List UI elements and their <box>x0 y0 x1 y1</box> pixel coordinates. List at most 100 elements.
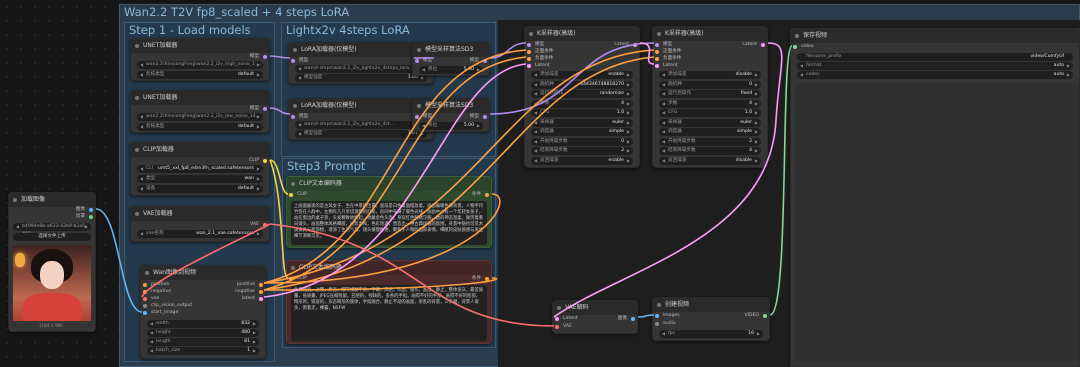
ksampler1-widget[interactable]: ◀ 随机种 444346748818270 ▶ <box>531 80 633 89</box>
ksampler1-widget[interactable]: ◀ CFG 1.0 ▶ <box>531 109 633 117</box>
positive-prompt-textarea[interactable]: 上画面展现的是古风女子、坐在中景的位置。面前是白色桌面摆放着。画面偏暖色调背景。… <box>291 201 487 245</box>
ksampler2-widget[interactable]: ◀ CFG 1.0 ▶ <box>659 109 761 117</box>
length-stepper[interactable]: ◀ length 81 ▶ <box>147 338 259 346</box>
clip-loader[interactable]: CLIP加载器 CLIP ◀ CLI umt5_xxl_fp8_e4m3fn_sca… <box>130 142 270 196</box>
ksampler2-widget[interactable]: ◀ 结束降噪步数 4 ▶ <box>659 147 761 155</box>
output-video-pin[interactable] <box>763 314 767 318</box>
shift-stepper[interactable]: ◀ 移位 5.00 ▶ <box>419 122 483 130</box>
input-latent-pin[interactable] <box>655 64 659 68</box>
input-model-pin[interactable] <box>415 59 419 63</box>
input-model-pin[interactable] <box>415 115 419 119</box>
output-model-pin[interactable] <box>483 115 487 119</box>
unet-loader-2[interactable]: UNET加载器 模型 ◀ wan2.2\XinxiangFeng\wan2.2_i… <box>130 90 270 133</box>
lora-name-combo[interactable]: ◀ wan\4-steps\wan2.2_i2v_lightx2v_4steps_… <box>295 65 427 73</box>
output-vae-pin[interactable] <box>263 223 267 227</box>
ksampler1-widget[interactable]: ◀ 采样器 euler ▶ <box>531 118 633 127</box>
ksampler1-widget[interactable]: ◀ 运行后操作 randomize ▶ <box>531 90 633 98</box>
filename-prefix-field[interactable]: filename_prefix video/ComfyUI <box>797 53 1073 61</box>
input-clip-pin[interactable] <box>289 277 293 281</box>
ksampler1-widget[interactable]: ◀ 开始降噪步数 0 ▶ <box>531 137 633 146</box>
unet-loader-1[interactable]: UNET加载器 模型 ◀ wan2.2\XinxiangFeng\wan2.2_i… <box>130 38 270 81</box>
input-vae-pin[interactable] <box>555 325 559 329</box>
input-model-pin[interactable] <box>291 115 295 119</box>
input-images-pin[interactable] <box>655 314 659 318</box>
vae-decode-node[interactable]: VAE解码 Latent VAE 图像 <box>552 300 638 334</box>
input-negative-pin[interactable] <box>143 290 147 294</box>
ksampler2-widget[interactable]: ◀ 返回噪波 disable ▶ <box>659 156 761 165</box>
input-latent-pin[interactable] <box>555 317 559 321</box>
load-image-node[interactable]: 加载图像 图像 遮罩 ◀b4994e8b-a633-42b9-b2a5-468▶… <box>8 192 96 332</box>
input-clip-pin[interactable] <box>289 193 293 197</box>
input-positive-pin[interactable] <box>143 283 147 287</box>
create-video-node[interactable]: 创建视频 images audio VIDEO ◀ fps 16 ▶ <box>652 297 770 341</box>
ksampler2-widget[interactable]: ◀ 采样器 euler ▶ <box>659 118 761 127</box>
output-negative-pin[interactable] <box>259 290 263 294</box>
input-model-pin[interactable] <box>291 59 295 63</box>
input-audio-pin[interactable] <box>655 322 659 326</box>
clip-text-encode-positive[interactable]: CLIP文本编码器 CLIP 条件 上画面展现的是古风女子、坐在中景的位置。面前… <box>286 176 492 248</box>
input-positive-pin[interactable] <box>655 50 659 54</box>
ksampler-advanced-1[interactable]: K采样器(高级) 模型 正面条件 负面条件 Latent Latent ◀ 添加噪… <box>524 26 640 168</box>
output-model-pin[interactable] <box>263 107 267 111</box>
input-video-pin[interactable] <box>793 45 797 49</box>
output-latent-pin[interactable] <box>761 43 765 47</box>
clip-text-encode-negative[interactable]: CLIP文本编码器 CLIP 条件 色调艳丽，过曝，静态，细节模糊不清，字幕，风… <box>286 260 492 344</box>
type-combo[interactable]: ◀ 类型 wan ▶ <box>137 175 263 183</box>
fps-stepper[interactable]: ◀ fps 16 ▶ <box>659 330 763 338</box>
batch-size-stepper[interactable]: ◀ batch_size 1 ▶ <box>147 347 259 355</box>
input-positive-pin[interactable] <box>527 50 531 54</box>
output-model-pin[interactable] <box>263 55 267 59</box>
output-conditioning-pin[interactable] <box>485 193 489 197</box>
ksampler1-widget[interactable]: ◀ 调度器 simple ▶ <box>531 128 633 136</box>
ksampler2-widget[interactable]: ◀ 调度器 simple ▶ <box>659 128 761 136</box>
output-clip-pin[interactable] <box>263 159 267 163</box>
input-model-pin[interactable] <box>527 43 531 47</box>
output-mask-pin[interactable] <box>89 215 93 219</box>
image-file-combo[interactable]: ◀b4994e8b-a633-42b9-b2a5-468▶ <box>13 223 91 237</box>
format-combo[interactable]: ◀ format auto ▶ <box>797 62 1073 70</box>
input-negative-pin[interactable] <box>655 57 659 61</box>
shift-stepper[interactable]: ◀ 移位 5.00 ▶ <box>419 66 483 74</box>
input-negative-pin[interactable] <box>527 57 531 61</box>
model-name-combo[interactable]: ◀ wan2.2\XinxiangFeng\wan2.2_i2v_high_noi… <box>137 61 263 69</box>
ksampler1-widget[interactable]: ◀ 添加噪波 enable ▶ <box>531 71 633 79</box>
ksampler2-widget[interactable]: ◀ 运行后操作 fixed ▶ <box>659 90 761 98</box>
model-sampling-sd3-2[interactable]: 模型采样算法SD3 模型 模型 ◀ 移位 5.00 ▶ <box>412 98 490 132</box>
negative-prompt-textarea[interactable]: 色调艳丽，过曝，静态，细节模糊不清，字幕，风格，作品，画作，画面，静止，整体发灰… <box>291 285 487 341</box>
input-model-pin[interactable] <box>655 43 659 47</box>
height-stepper[interactable]: ◀ height 480 ▶ <box>147 329 259 337</box>
output-positive-pin[interactable] <box>259 283 263 287</box>
ksampler1-widget[interactable]: ◀ 结束降噪步数 2 ▶ <box>531 147 633 155</box>
input-vae-pin[interactable] <box>143 297 147 301</box>
model-name-combo[interactable]: ◀ wan2.2\XinxiangFeng\wan2.2_i2v_low_nois… <box>137 113 263 121</box>
input-start-image-pin[interactable] <box>143 311 147 315</box>
width-stepper[interactable]: ◀ width 832 ▶ <box>147 320 259 328</box>
save-video-node[interactable]: 保存视频 video filename_prefix video/ComfyUI … <box>790 28 1080 367</box>
dtype-combo[interactable]: ◀ 剪枝类型 default ▶ <box>137 71 263 79</box>
output-model-pin[interactable] <box>483 59 487 63</box>
device-combo[interactable]: ◀ 设备 default ▶ <box>137 185 263 193</box>
vae-name-combo[interactable]: ◀ vae名称 wan_2.1_vae.safetensors ▶ <box>137 230 263 238</box>
ksampler2-widget[interactable]: ◀ 添加噪波 disable ▶ <box>659 71 761 79</box>
dtype-combo[interactable]: ◀ 剪枝类型 default ▶ <box>137 123 263 131</box>
output-latent-pin[interactable] <box>633 43 637 47</box>
ksampler1-widget[interactable]: ◀ 返回噪波 enable ▶ <box>531 156 633 165</box>
ksampler2-widget[interactable]: ◀ 随机种 0 ▶ <box>659 80 761 89</box>
output-image-pin[interactable] <box>89 208 93 212</box>
ksampler2-widget[interactable]: ◀ 开始降噪步数 2 ▶ <box>659 137 761 146</box>
lora-name-combo[interactable]: ◀wan\4-steps\wan2.2_i2v_lightx2v_4st...▶ <box>295 121 427 129</box>
vae-loader[interactable]: VAE加载器 VAE ◀ vae名称 wan_2.1_vae.safetensors… <box>130 206 270 242</box>
output-image-pin[interactable] <box>631 317 635 321</box>
input-clip-vision-pin[interactable] <box>143 304 147 308</box>
output-latent-pin[interactable] <box>259 297 263 301</box>
model-sampling-sd3-1[interactable]: 模型采样算法SD3 模型 模型 ◀ 移位 5.00 ▶ <box>412 42 490 76</box>
output-conditioning-pin[interactable] <box>485 277 489 281</box>
upload-button[interactable]: 选择文件上传 <box>13 233 91 241</box>
wan-image-to-video[interactable]: Wan图像到视频 positive negative vae clip_visi… <box>140 265 266 359</box>
codec-combo[interactable]: ◀ codec auto ▶ <box>797 71 1073 79</box>
ksampler-advanced-2[interactable]: K采样器(高级) 模型 正面条件 负面条件 Latent Latent ◀ 添加噪… <box>652 26 768 168</box>
strength-stepper[interactable]: ◀ 模型强度 1.00 ▶ <box>295 74 427 82</box>
ksampler1-widget[interactable]: ◀ 步数 4 ▶ <box>531 99 633 108</box>
strength-stepper[interactable]: ◀ 模型强度 1.01 ▶ <box>295 130 427 138</box>
input-latent-pin[interactable] <box>527 64 531 68</box>
